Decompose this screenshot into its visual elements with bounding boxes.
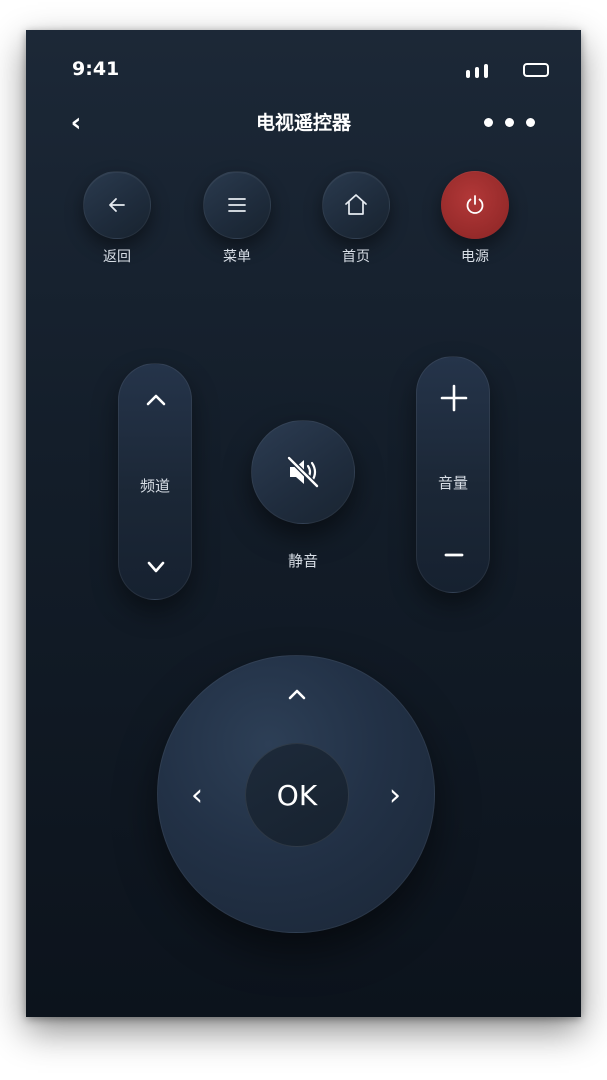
ok-button[interactable]: OK [245,743,349,847]
more-options-icon[interactable] [484,118,536,128]
back-label: 返回 [103,249,131,265]
dpad-left-button[interactable]: ‹ [175,773,219,817]
mute-button[interactable] [251,420,355,524]
volume-up-button[interactable] [429,373,479,423]
home-icon [345,194,367,215]
menu-button[interactable] [203,171,271,239]
channel-down-button[interactable] [131,542,181,592]
dpad-right-button[interactable]: › [373,773,417,817]
back-button[interactable] [83,171,151,239]
power-button[interactable] [441,171,509,239]
speaker-muted-icon [286,455,320,489]
volume-rocker: 音量 [416,356,490,593]
status-time: 9:41 [72,58,120,80]
volume-label: 音量 [437,474,468,492]
dpad-up-button[interactable] [275,672,319,716]
home-label: 首页 [342,249,370,265]
arrow-left-icon [109,198,125,212]
battery-icon [523,63,549,77]
volume-down-button[interactable] [429,530,479,580]
menu-label: 菜单 [223,249,251,265]
minus-icon [444,553,464,557]
home-button[interactable] [322,171,390,239]
channel-up-button[interactable] [131,375,181,425]
mute-label: 静音 [287,552,318,570]
power-icon [466,195,484,214]
direction-pad: ‹ › OK [157,655,435,933]
signal-icon [466,62,492,78]
chevron-up-icon [146,394,166,406]
power-label: 电源 [461,249,489,265]
chevron-up-icon [288,689,306,700]
menu-icon [228,198,246,212]
plus-icon [440,384,468,412]
channel-label: 频道 [139,477,170,495]
channel-rocker: 频道 [118,363,192,600]
chevron-down-icon [147,561,165,573]
remote-screen: 9:41 ‹ 电视遥控器 返回 菜单 首页 电源 频道 静音 音量 ‹ › OK [26,30,581,1017]
